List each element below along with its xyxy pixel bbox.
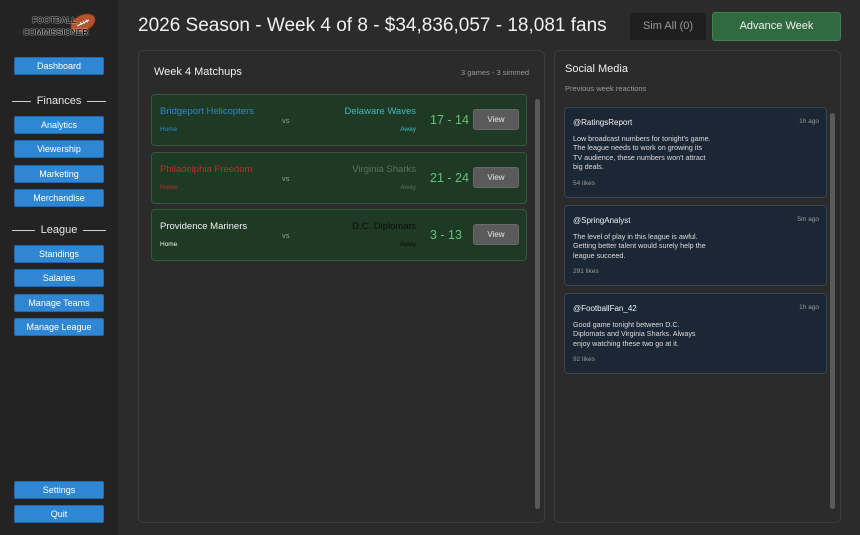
home-team-name: Philadelphia Freedom (160, 164, 253, 175)
game-score: 21 - 24 (430, 171, 469, 185)
game-score: 3 - 13 (430, 228, 462, 242)
post-likes: 54 likes (573, 180, 596, 187)
merchandise-button[interactable]: Merchandise (14, 189, 104, 207)
social-scrollbar[interactable] (830, 113, 835, 509)
advance-week-button[interactable]: Advance Week (712, 12, 841, 41)
salaries-button[interactable]: Salaries (14, 269, 104, 287)
logo-text-line2: COMMISSIONER (23, 27, 89, 37)
finances-heading-label: Finances (36, 95, 82, 107)
post-time: 5m ago (797, 216, 819, 223)
quit-button[interactable]: Quit (14, 505, 104, 523)
matchup-card: Bridgeport Helicopters vs Delaware Waves… (151, 94, 527, 146)
league-heading-label: League (40, 224, 78, 236)
post-username: @FootballFan_42 (573, 304, 637, 313)
home-label: Home (160, 241, 178, 248)
post-likes: 92 likes (573, 356, 596, 363)
away-team-name: D.C. Diplomats (352, 221, 416, 232)
matchups-summary: 3 games - 3 simmed (461, 68, 529, 77)
social-post: @SpringAnalyst 5m ago The level of play … (564, 205, 827, 286)
vs-label: vs (282, 116, 290, 125)
divider (83, 229, 106, 231)
home-label: Home (160, 126, 178, 133)
home-team-name: Bridgeport Helicopters (160, 106, 254, 117)
social-title: Social Media (565, 63, 628, 75)
away-label: Away (400, 126, 416, 133)
matchups-title: Week 4 Matchups (154, 66, 242, 78)
app-logo: FOOTBALL COMMISSIONER (22, 10, 100, 42)
sidebar: FOOTBALL COMMISSIONER Dashboard Finances… (0, 0, 118, 535)
post-username: @SpringAnalyst (573, 216, 631, 225)
marketing-button[interactable]: Marketing (14, 165, 104, 183)
logo-text-line1: FOOTBALL (32, 15, 77, 25)
divider (12, 100, 31, 102)
game-score: 17 - 14 (430, 113, 469, 127)
post-text: Low broadcast numbers for tonight's game… (573, 134, 711, 172)
finances-heading: Finances (12, 94, 107, 108)
post-text: Good game tonight between D.C. Diplomats… (573, 320, 696, 348)
matchups-scrollbar[interactable] (535, 99, 540, 509)
divider (12, 229, 35, 231)
vs-label: vs (282, 231, 290, 240)
away-label: Away (400, 241, 416, 248)
manage-teams-button[interactable]: Manage Teams (14, 294, 104, 312)
away-team-name: Delaware Waves (344, 106, 416, 117)
vs-label: vs (282, 174, 290, 183)
viewership-button[interactable]: Viewership (14, 140, 104, 158)
settings-button[interactable]: Settings (14, 481, 104, 499)
view-game-button[interactable]: View (473, 109, 519, 130)
post-likes: 291 likes (573, 268, 599, 275)
social-panel: Social Media Previous week reactions @Ra… (554, 50, 841, 523)
post-time: 1h ago (799, 304, 819, 311)
view-game-button[interactable]: View (473, 167, 519, 188)
away-label: Away (400, 184, 416, 191)
sim-all-button[interactable]: Sim All (0) (629, 12, 707, 41)
social-subtitle: Previous week reactions (565, 84, 647, 93)
view-game-button[interactable]: View (473, 224, 519, 245)
post-time: 1h ago (799, 118, 819, 125)
page-title: 2026 Season - Week 4 of 8 - $34,836,057 … (138, 15, 607, 36)
league-heading: League (12, 223, 106, 237)
divider (87, 100, 107, 102)
home-label: Home (160, 184, 178, 191)
away-team-name: Virginia Sharks (352, 164, 416, 175)
dashboard-button[interactable]: Dashboard (14, 57, 104, 75)
matchup-card: Philadelphia Freedom vs Virginia Sharks … (151, 152, 527, 204)
matchup-card: Providence Mariners vs D.C. Diplomats Ho… (151, 209, 527, 261)
matchups-panel: Week 4 Matchups 3 games - 3 simmed Bridg… (138, 50, 545, 523)
analytics-button[interactable]: Analytics (14, 116, 104, 134)
post-username: @RatingsReport (573, 118, 633, 127)
social-post: @RatingsReport 1h ago Low broadcast numb… (564, 107, 827, 198)
post-text: The level of play in this league is awfu… (573, 232, 706, 260)
social-post: @FootballFan_42 1h ago Good game tonight… (564, 293, 827, 374)
manage-league-button[interactable]: Manage League (14, 318, 104, 336)
home-team-name: Providence Mariners (160, 221, 248, 232)
standings-button[interactable]: Standings (14, 245, 104, 263)
